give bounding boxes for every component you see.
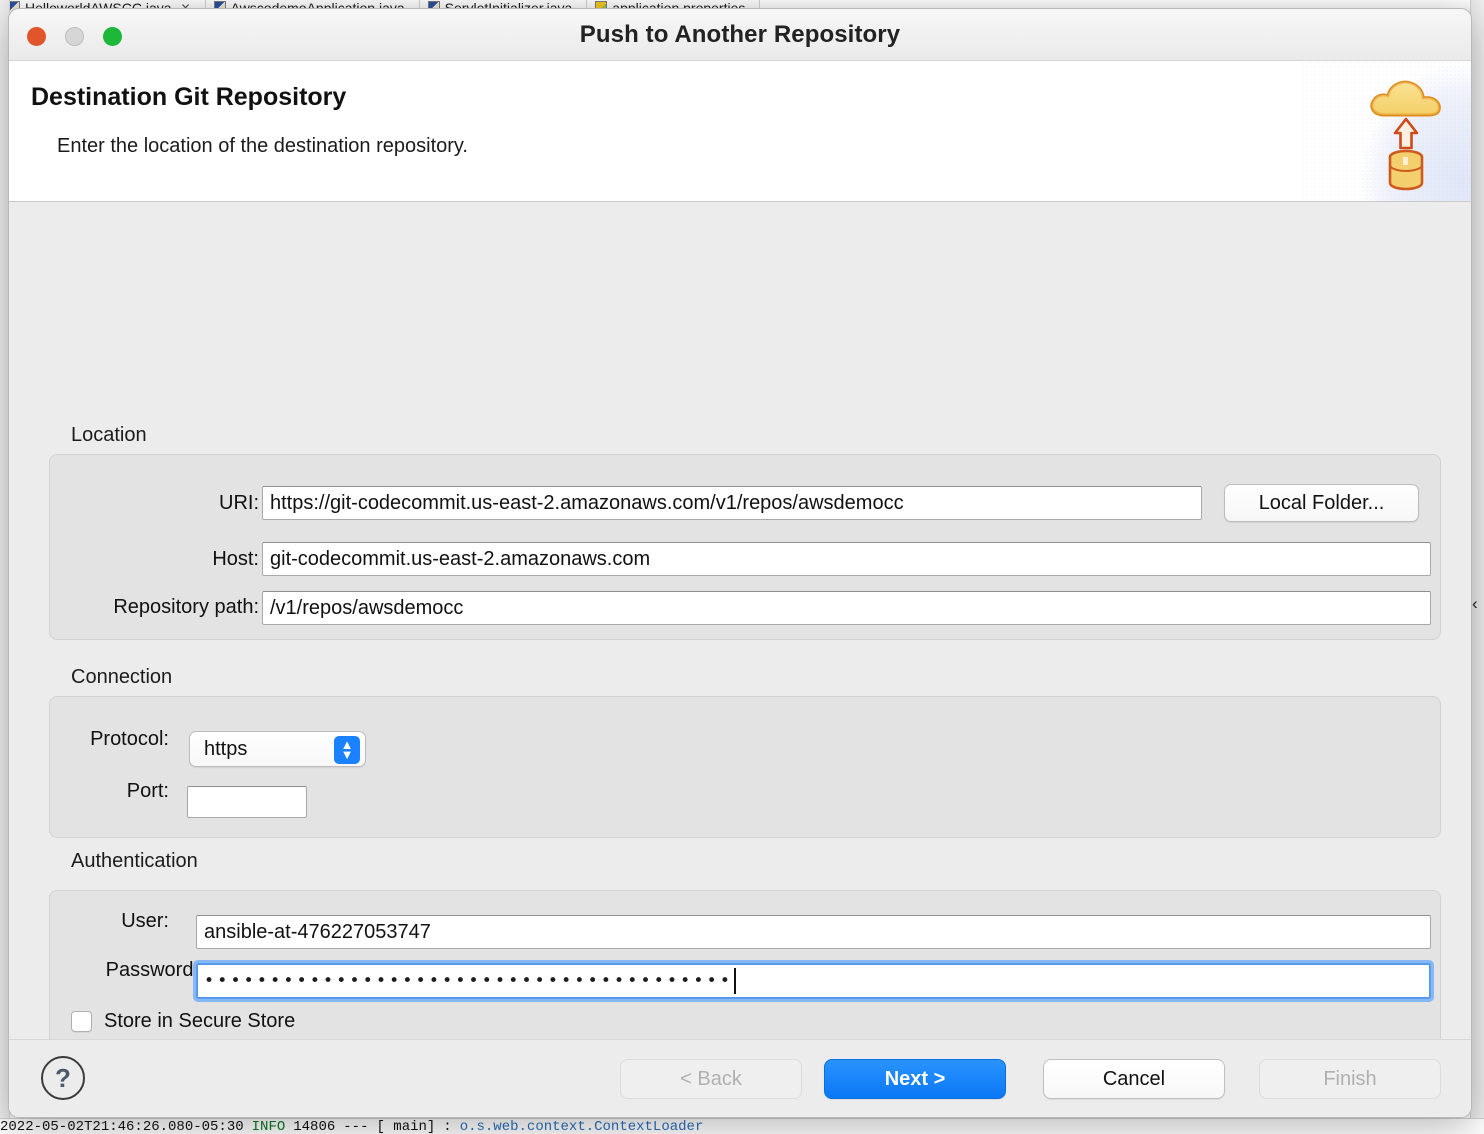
text-caret (734, 968, 736, 994)
minimize-button[interactable] (65, 27, 84, 46)
repository-path-input[interactable]: /v1/repos/awsdemocc (262, 591, 1431, 625)
host-label: Host: (212, 548, 259, 570)
next-button[interactable]: Next > (824, 1059, 1006, 1099)
console-separator: --- (343, 1118, 369, 1134)
console-output-line: 2022-05-02T21:46:26.080-05:30 INFO 14806… (0, 1118, 1484, 1134)
connection-section-label: Connection (71, 666, 173, 688)
page-title: Destination Git Repository (31, 83, 347, 111)
protocol-select[interactable]: https ▲ ▼ (189, 731, 366, 767)
host-input[interactable]: git-codecommit.us-east-2.amazonaws.com (262, 542, 1431, 576)
window-controls (27, 27, 122, 46)
dialog-titlebar: Push to Another Repository (9, 9, 1471, 61)
store-in-secure-store-checkbox[interactable] (71, 1011, 92, 1032)
right-view-rail[interactable]: ‹ (1470, 0, 1484, 1134)
window-title: Push to Another Repository (579, 20, 901, 48)
store-in-secure-store-row[interactable]: Store in Secure Store (71, 1010, 295, 1033)
chevron-up-down-icon[interactable]: ▲ ▼ (334, 736, 360, 764)
port-input[interactable] (187, 786, 307, 818)
user-label: User: (121, 910, 169, 932)
finish-button[interactable]: Finish (1259, 1059, 1441, 1099)
location-section-label: Location (71, 424, 147, 446)
local-folder-button[interactable]: Local Folder... (1224, 484, 1419, 522)
console-pid: 14806 (293, 1118, 336, 1134)
zoom-button[interactable] (103, 27, 122, 46)
store-in-secure-store-label: Store in Secure Store (104, 1010, 296, 1032)
console-logger: o.s.web.context.ContextLoader (459, 1118, 704, 1134)
wizard-banner: Destination Git Repository Enter the loc… (9, 61, 1471, 202)
console-colon: : (443, 1118, 452, 1134)
console-level: INFO (251, 1118, 286, 1134)
repository-path-label: Repository path: (113, 596, 259, 618)
console-timestamp: 2022-05-02T21:46:26.080-05:30 (0, 1118, 244, 1134)
user-input[interactable]: ansible-at-476227053747 (196, 915, 1431, 949)
close-button[interactable] (27, 27, 46, 46)
help-icon[interactable]: ? (41, 1056, 85, 1100)
page-description: Enter the location of the destination re… (57, 135, 468, 157)
protocol-label: Protocol: (90, 728, 169, 750)
password-masked-value: •••••••••••••••••••••••••••••••••••••••• (204, 970, 734, 991)
chevron-left-icon[interactable]: ‹ (1472, 595, 1478, 612)
protocol-selected-value: https (204, 737, 248, 760)
password-label: Password: (105, 959, 199, 981)
push-to-another-repository-dialog: Push to Another Repository Destination G… (8, 8, 1472, 1118)
cloud-upload-database-icon (1363, 73, 1449, 195)
dialog-body: Location URI: https://git-codecommit.us-… (9, 202, 1471, 1058)
cancel-button[interactable]: Cancel (1043, 1059, 1225, 1099)
back-button[interactable]: < Back (620, 1059, 802, 1099)
password-input[interactable]: •••••••••••••••••••••••••••••••••••••••• (193, 960, 1434, 1002)
dialog-footer: ? < Back Next > Cancel Finish (9, 1039, 1471, 1117)
console-thread: [ main] (376, 1118, 436, 1134)
uri-input[interactable]: https://git-codecommit.us-east-2.amazona… (262, 486, 1202, 520)
uri-label: URI: (219, 492, 259, 514)
authentication-section-label: Authentication (71, 850, 198, 872)
port-label: Port: (126, 780, 169, 802)
